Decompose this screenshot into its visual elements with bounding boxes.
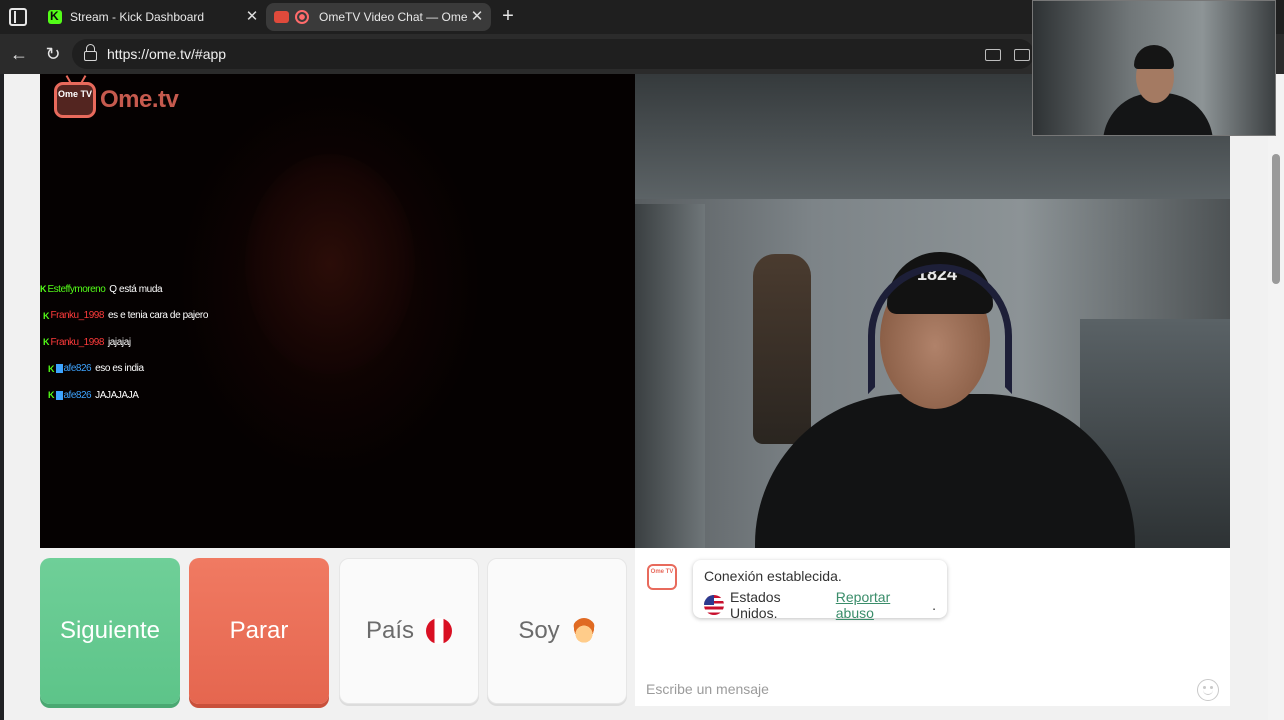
us-flag-icon [704, 595, 724, 615]
country-button[interactable]: País [339, 558, 479, 704]
chat-message: Q está muda [109, 283, 163, 295]
kick-badge-icon: K [48, 390, 55, 401]
report-suffix: . [932, 597, 936, 613]
url-text: https://ome.tv/#app [107, 46, 227, 62]
room-doorway [635, 204, 705, 548]
chat-username: Franku_1998 [50, 310, 105, 322]
peru-flag-icon [426, 618, 453, 644]
next-button[interactable]: Siguiente [40, 558, 180, 704]
stream-chat-line: K afe826 JAJAJAJA [40, 382, 340, 409]
person-body [755, 394, 1135, 548]
back-button[interactable]: ← [8, 43, 30, 65]
self-video: 1824 [635, 74, 1230, 548]
tab-title: OmeTV Video Chat — Omeg [319, 10, 467, 24]
system-message-bubble: Conexión establecida. Estados Unidos. Re… [693, 560, 947, 621]
lock-icon[interactable] [84, 44, 97, 61]
tab-close-icon[interactable]: ✕ [242, 7, 262, 27]
sidebar-toggle-icon[interactable] [9, 8, 27, 26]
chat-message: eso es india [95, 363, 144, 375]
stream-chat-line: K Franku_1998 es e tenia cara de pajero [40, 303, 340, 330]
chat-panel: Ome TV Conexión establecida. Estados Uni… [635, 548, 1230, 706]
scroll-thumb[interactable] [1272, 154, 1280, 284]
stop-label: Parar [229, 617, 289, 644]
partner-country: Estados Unidos. [730, 589, 781, 621]
next-label: Siguiente [59, 617, 161, 644]
chat-ometv-logo-icon: Ome TV [647, 564, 677, 590]
tab-close-icon[interactable]: ✕ [467, 7, 487, 27]
stream-chat-line: K Esteffymoreno Q está muda [40, 276, 340, 303]
report-abuse-link[interactable]: Reportar abuso [836, 589, 932, 621]
headphones [868, 264, 1012, 394]
stop-button[interactable]: Parar [189, 558, 329, 704]
chat-username: Franku_1998 [50, 336, 105, 348]
kick-favicon-icon [48, 9, 62, 24]
tab-ometv[interactable]: OmeTV Video Chat — Omeg ✕ [266, 3, 491, 31]
chat-username: afe826 [63, 363, 92, 375]
chat-username: Esteffymoreno [47, 283, 106, 295]
connection-status: Conexión establecida. [704, 568, 842, 584]
camera-permission-icon[interactable] [985, 49, 1001, 61]
hanging-jacket [753, 254, 811, 444]
pip-person-cap [1134, 45, 1174, 69]
chat-message: es e tenia cara de pajero [107, 310, 209, 322]
tab-title: Stream - Kick Dashboard [70, 10, 205, 24]
logo-wordmark: Ome.tv [100, 86, 179, 113]
chat-message: jajajaj [107, 336, 131, 348]
recording-icon [295, 10, 309, 24]
tv-logo-icon: Ome TV [54, 82, 96, 118]
streamer-webcam-overlay [1032, 0, 1276, 136]
chat-username: afe826 [63, 389, 92, 401]
tab-kick-dashboard[interactable]: Stream - Kick Dashboard ✕ [40, 3, 266, 31]
kick-badge-icon: K [43, 310, 50, 321]
url-field[interactable]: https://ome.tv/#app [72, 39, 1034, 69]
gender-button[interactable]: Soy [487, 558, 627, 704]
emoji-picker-icon[interactable] [1197, 679, 1219, 701]
scrollbar[interactable] [1268, 74, 1284, 720]
reload-button[interactable]: ↻ [42, 43, 64, 65]
stream-chat-line: K afe826 eso es india [40, 356, 340, 383]
split-screen-icon[interactable] [1014, 49, 1030, 61]
message-input[interactable] [635, 672, 1230, 706]
stranger-video: Ome TV Ome.tv K Esteffymoreno Q está mud… [40, 74, 635, 548]
new-tab-button[interactable]: + [497, 5, 519, 27]
kick-badge-icon: K [48, 363, 55, 374]
subscriber-badge-icon [55, 390, 63, 400]
subscriber-badge-icon [55, 364, 63, 374]
kick-badge-icon: K [40, 284, 47, 295]
kick-badge-icon: K [43, 337, 50, 348]
chat-message: JAJAJAJA [95, 389, 139, 401]
stream-chat-overlay: K Esteffymoreno Q está muda K Franku_199… [40, 276, 340, 409]
ometv-favicon-icon [274, 11, 289, 23]
country-label: País [365, 617, 415, 644]
stream-chat-line: K Franku_1998 jajajaj [40, 329, 340, 356]
ometv-logo: Ome TV Ome.tv [54, 82, 179, 118]
boy-emoji-icon [571, 618, 596, 644]
gender-label: Soy [518, 617, 560, 644]
